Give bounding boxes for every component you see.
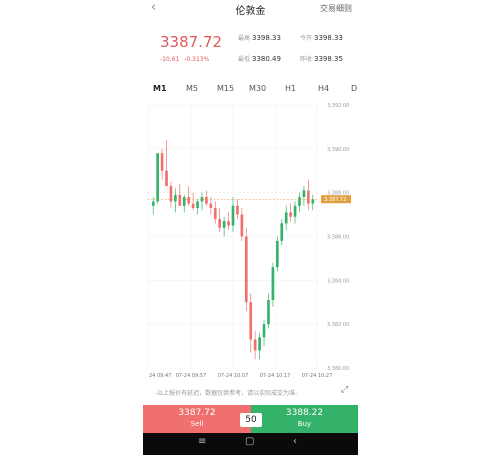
current-price-label: 3,387.72 bbox=[324, 197, 346, 203]
header: ‹ 伦敦金 交易细则 bbox=[143, 0, 358, 18]
chart-svg: 3,392.003,390.003,388.003,386.003,384.00… bbox=[147, 103, 351, 379]
stat-low: 最低 3380.49 bbox=[238, 54, 281, 63]
candle-body bbox=[293, 205, 297, 217]
x-tick-label: 07-24 10:07 bbox=[218, 373, 249, 379]
y-tick-label: 3,390.00 bbox=[327, 147, 349, 153]
stat-open-value: 3398.33 bbox=[314, 34, 343, 42]
back-chevron-icon[interactable]: ‹ bbox=[293, 436, 297, 447]
candle-body bbox=[244, 236, 248, 303]
candle-body bbox=[218, 218, 222, 228]
candle-body bbox=[178, 194, 182, 206]
candle-body bbox=[307, 190, 310, 204]
y-tick-label: 3,386.00 bbox=[327, 235, 349, 241]
tab-m15[interactable]: M15 bbox=[217, 84, 234, 93]
candlestick-chart[interactable]: 3,392.00 3,390.00 3,388.00 3,386.00 3,384.00… bbox=[143, 100, 358, 385]
candle-body bbox=[302, 190, 306, 198]
buy-price: 3388.22 bbox=[285, 408, 324, 418]
candle-body bbox=[165, 170, 168, 187]
candle-body bbox=[205, 197, 208, 204]
tab-m1[interactable]: M1 bbox=[153, 84, 167, 93]
candle-body bbox=[262, 324, 266, 338]
sell-button[interactable]: 3387.72 Sell bbox=[143, 405, 251, 433]
x-tick-label: 07-24 10:17 bbox=[260, 373, 291, 379]
buy-label: Buy bbox=[297, 420, 312, 428]
y-tick-label: 3,392.00 bbox=[327, 103, 349, 109]
candle-body bbox=[209, 203, 213, 209]
stat-prev-close-label: 昨收 bbox=[300, 56, 313, 63]
stat-open-label: 今开 bbox=[300, 35, 313, 42]
stat-open: 今开 3398.33 bbox=[300, 33, 343, 42]
candle-body bbox=[187, 197, 191, 204]
candle-body bbox=[284, 212, 288, 224]
stat-high: 最高 3398.33 bbox=[238, 33, 281, 42]
price-change: -10.61 -0.313% bbox=[160, 56, 209, 63]
stat-prev-close-value: 3398.35 bbox=[314, 55, 343, 63]
candle-body bbox=[160, 153, 164, 171]
expand-arrows-icon[interactable]: ⤢ bbox=[341, 385, 348, 395]
candle-body bbox=[191, 203, 195, 209]
trading-rules-link[interactable]: 交易细则 bbox=[320, 3, 352, 14]
candle-body bbox=[298, 197, 301, 206]
candle-body bbox=[196, 201, 199, 209]
app-screen: ‹ 伦敦金 交易细则 3387.72 -10.61 -0.313% 最高 3398… bbox=[143, 0, 358, 455]
trade-bar: 3387.72 Sell 3388.22 Buy 50 bbox=[143, 405, 358, 433]
stat-prev-close: 昨收 3398.35 bbox=[300, 54, 343, 63]
candle-body bbox=[267, 300, 270, 325]
system-nav-bar: ≡ ▢ ‹ bbox=[143, 433, 358, 455]
disclaimer: -以上报价有延迟，数据仅供参考，请以实际成交为准- bbox=[155, 390, 298, 397]
candle-body bbox=[253, 339, 257, 351]
buy-button[interactable]: 3388.22 Buy bbox=[251, 405, 358, 433]
x-tick-label: 24 09:47 bbox=[149, 373, 171, 379]
candle-body bbox=[311, 199, 315, 204]
candle-body bbox=[249, 302, 253, 340]
timeframe-tabs: M1 M5 M15 M30 H1 H4 D bbox=[143, 82, 358, 98]
candle-body bbox=[156, 153, 159, 202]
lot-size[interactable]: 50 bbox=[240, 413, 262, 427]
candle-body bbox=[289, 212, 292, 217]
tab-h1[interactable]: H1 bbox=[285, 84, 296, 93]
stat-high-value: 3398.33 bbox=[252, 34, 281, 42]
y-tick-label: 3,382.00 bbox=[327, 322, 349, 328]
sell-price: 3387.72 bbox=[178, 408, 216, 418]
y-tick-label: 3,384.00 bbox=[327, 278, 349, 284]
stat-low-value: 3380.49 bbox=[252, 55, 281, 63]
candle-body bbox=[236, 205, 239, 215]
stat-high-label: 最高 bbox=[238, 35, 251, 42]
menu-lines-icon[interactable]: ≡ bbox=[198, 436, 206, 447]
home-square-icon[interactable]: ▢ bbox=[245, 436, 254, 447]
candle-body bbox=[182, 197, 186, 206]
candle-body bbox=[231, 205, 235, 226]
tab-m30[interactable]: M30 bbox=[249, 84, 266, 93]
change-value: -10.61 bbox=[160, 56, 180, 63]
candle-body bbox=[280, 223, 284, 241]
candle-body bbox=[275, 240, 279, 268]
current-price: 3387.72 bbox=[160, 33, 223, 51]
tab-m5[interactable]: M5 bbox=[186, 84, 198, 93]
candle-body bbox=[258, 337, 261, 351]
x-tick-label: 07-24 09:57 bbox=[176, 373, 207, 379]
x-tick-label: 07-24 10:27 bbox=[302, 373, 333, 379]
candle-body bbox=[271, 267, 275, 301]
stat-low-label: 最低 bbox=[238, 56, 251, 63]
candle-body bbox=[174, 194, 177, 202]
candle-body bbox=[227, 221, 230, 226]
change-percent: -0.313% bbox=[184, 56, 210, 63]
candle-body bbox=[213, 208, 217, 219]
tab-d[interactable]: D bbox=[351, 84, 357, 93]
tab-h4[interactable]: H4 bbox=[318, 84, 329, 93]
y-tick-label: 3,380.00 bbox=[327, 366, 349, 372]
candle-body bbox=[151, 201, 155, 206]
sell-label: Sell bbox=[190, 420, 204, 428]
candle-body bbox=[240, 214, 244, 237]
candle-body bbox=[222, 221, 226, 228]
